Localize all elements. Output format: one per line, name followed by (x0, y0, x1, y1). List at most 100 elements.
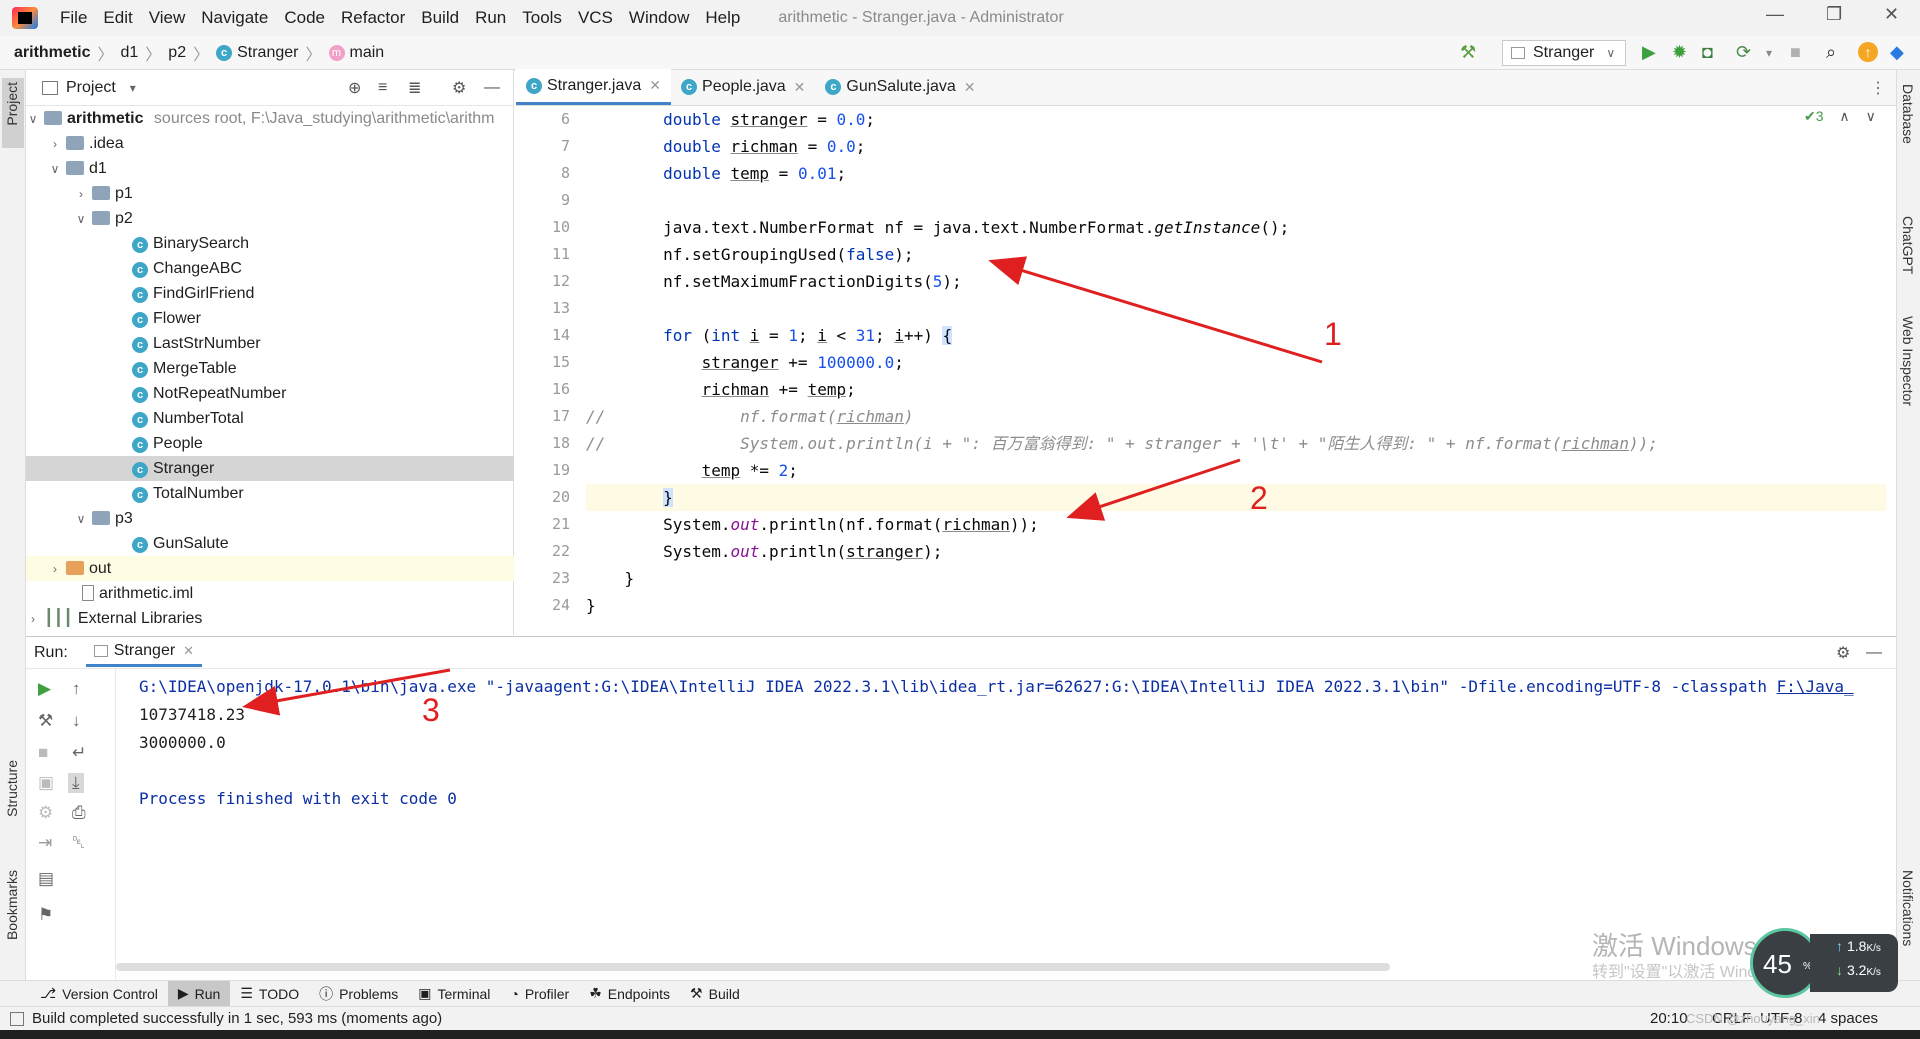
tree-item-class[interactable]: c TotalNumber (26, 481, 514, 506)
menu-code[interactable]: Code (276, 8, 333, 28)
coverage-icon[interactable]: ◘ (1702, 42, 1713, 63)
chevron-down-icon[interactable]: ∨ (74, 207, 88, 232)
tab-people[interactable]: c People.java ✕ (671, 69, 815, 105)
tree-item-class[interactable]: c NumberTotal (26, 406, 514, 431)
camera-icon[interactable]: ▣ (38, 773, 54, 793)
tree-item-class[interactable]: c People (26, 431, 514, 456)
tree-item-external-libraries[interactable]: › ┃┃┃ External Libraries (26, 606, 514, 631)
settings-icon[interactable]: ⚙ (38, 803, 53, 823)
close-tab-icon[interactable]: ✕ (964, 79, 976, 96)
tree-item-class[interactable]: c MergeTable (26, 356, 514, 381)
close-icon[interactable]: ✕ (1884, 4, 1899, 25)
menu-tools[interactable]: Tools (514, 8, 570, 28)
arrow-down-icon[interactable]: ↓ (72, 711, 81, 731)
menu-file[interactable]: File (52, 8, 95, 28)
structure-tool-label[interactable]: Structure (4, 760, 20, 817)
inspection-widget[interactable]: ✔3 ∧ ∨ (1804, 108, 1876, 125)
tree-item-p3[interactable]: ∨ p3 (26, 506, 514, 531)
locate-icon[interactable]: ⊕ (348, 78, 361, 98)
search-icon[interactable]: ⌕ (1826, 42, 1836, 63)
tree-item-class[interactable]: c LastStrNumber (26, 331, 514, 356)
tree-item-class[interactable]: c ChangeABC (26, 256, 514, 281)
menu-navigate[interactable]: Navigate (193, 8, 276, 28)
menu-refactor[interactable]: Refactor (333, 8, 413, 28)
tree-item-p1[interactable]: › p1 (26, 181, 514, 206)
collapse-all-icon[interactable]: ≣ (408, 78, 421, 98)
tool-todo[interactable]: ☰ TODO (230, 981, 309, 1007)
breadcrumb-d1[interactable]: d1 (120, 44, 138, 62)
web-inspector-tool-label[interactable]: Web Inspector (1900, 316, 1916, 406)
chevron-down-icon[interactable]: ∨ (26, 107, 40, 132)
database-tool-label[interactable]: Database (1900, 84, 1916, 144)
close-tab-icon[interactable]: ✕ (794, 79, 806, 96)
notifications-tool-label[interactable]: Notifications (1900, 870, 1916, 946)
tool-profiler[interactable]: ◔ Profiler (500, 981, 579, 1007)
update-icon[interactable]: ↑ (1858, 42, 1878, 62)
tree-item-idea[interactable]: › .idea (26, 131, 514, 156)
tool-problems[interactable]: ⓘ Problems (309, 981, 408, 1007)
arrow-up-icon[interactable]: ↑ (72, 679, 81, 699)
debug-icon[interactable]: ✹ (1672, 42, 1687, 63)
chevron-down-icon[interactable]: ▾ (130, 81, 136, 95)
project-panel-title[interactable]: Project (66, 79, 116, 97)
classpath-link[interactable]: F:\Java_ (1777, 677, 1854, 696)
horizontal-scrollbar[interactable] (116, 963, 1390, 971)
menu-view[interactable]: View (141, 8, 194, 28)
tab-gunsalute[interactable]: c GunSalute.java ✕ (815, 69, 985, 105)
console-output[interactable]: G:\IDEA\openjdk-17.0.1\bin\java.exe "-ja… (139, 673, 1919, 813)
breadcrumb-project[interactable]: arithmetic (14, 44, 90, 62)
status-toggle-icon[interactable] (10, 1011, 24, 1026)
chevron-right-icon[interactable]: › (48, 557, 62, 582)
soft-wrap-icon[interactable]: ↵ (72, 743, 86, 763)
menu-build[interactable]: Build (413, 8, 467, 28)
breadcrumb-stranger[interactable]: Stranger (237, 44, 298, 62)
menu-vcs[interactable]: VCS (570, 8, 621, 28)
chevron-down-icon[interactable]: ▾ (1766, 46, 1772, 60)
jetbrains-icon[interactable]: ◆ (1890, 42, 1904, 63)
tree-item-out[interactable]: › out (26, 556, 514, 581)
project-tool-label[interactable]: Project (4, 82, 20, 126)
chevron-right-icon[interactable]: › (48, 132, 62, 157)
stop-icon[interactable]: ■ (1790, 42, 1801, 63)
chevron-right-icon[interactable]: › (74, 182, 88, 207)
tree-item-class[interactable]: c NotRepeatNumber (26, 381, 514, 406)
tree-item-class-selected[interactable]: c Stranger (26, 456, 514, 481)
more-tabs-icon[interactable]: ⋮ (1870, 78, 1886, 98)
tool-endpoints[interactable]: ☘ Endpoints (579, 981, 680, 1007)
maximize-icon[interactable]: ❐ (1826, 4, 1842, 25)
expand-all-icon[interactable]: ≡ (378, 79, 387, 97)
chatgpt-tool-label[interactable]: ChatGPT (1900, 216, 1916, 274)
run-tab-stranger[interactable]: Stranger ✕ (85, 638, 203, 667)
tree-item-p2[interactable]: ∨ p2 (26, 206, 514, 231)
tree-item-iml[interactable]: arithmetic.iml (26, 581, 514, 606)
scroll-to-end-icon[interactable]: ⤓ (68, 773, 84, 793)
trash-icon[interactable]: ␡ (72, 833, 86, 853)
chevron-down-icon[interactable]: ∨ (48, 157, 62, 182)
tool-version-control[interactable]: ⎇ Version Control (30, 981, 168, 1007)
tree-item-class[interactable]: c GunSalute (26, 531, 514, 556)
gear-icon[interactable]: ⚙ (452, 78, 466, 98)
code-editor[interactable]: double stranger = 0.0; double richman = … (586, 106, 1886, 636)
tree-item-class[interactable]: c BinarySearch (26, 231, 514, 256)
chevron-down-icon[interactable]: ∨ (1866, 108, 1876, 124)
tree-item-root[interactable]: ∨ arithmetic sources root, F:\Java_studyi… (26, 106, 514, 131)
tool-terminal[interactable]: ▣ Terminal (408, 981, 500, 1007)
caret-position[interactable]: 20:10 (1650, 1010, 1688, 1027)
pin-icon[interactable]: ⚑ (38, 905, 53, 925)
tree-item-class[interactable]: c Flower (26, 306, 514, 331)
print-icon[interactable]: ⎙ (72, 803, 86, 823)
menu-window[interactable]: Window (621, 8, 697, 28)
status-message[interactable]: Build completed successfully in 1 sec, 5… (32, 1010, 442, 1027)
menu-help[interactable]: Help (697, 8, 748, 28)
rerun-icon[interactable]: ▶ (38, 679, 51, 699)
tree-item-class[interactable]: c FindGirlFriend (26, 281, 514, 306)
exit-icon[interactable]: ⇥ (38, 833, 52, 853)
tree-item-d1[interactable]: ∨ d1 (26, 156, 514, 181)
run-config-select[interactable]: Stranger ∨ (1502, 40, 1626, 66)
hide-panel-icon[interactable]: — (484, 79, 500, 97)
wrench-icon[interactable]: ⚒ (38, 711, 53, 731)
indent-setting[interactable]: 4 spaces (1818, 1010, 1878, 1027)
tool-run[interactable]: ▶ Run (167, 980, 231, 1007)
chevron-right-icon[interactable]: › (26, 607, 40, 632)
breadcrumb-p2[interactable]: p2 (168, 44, 186, 62)
